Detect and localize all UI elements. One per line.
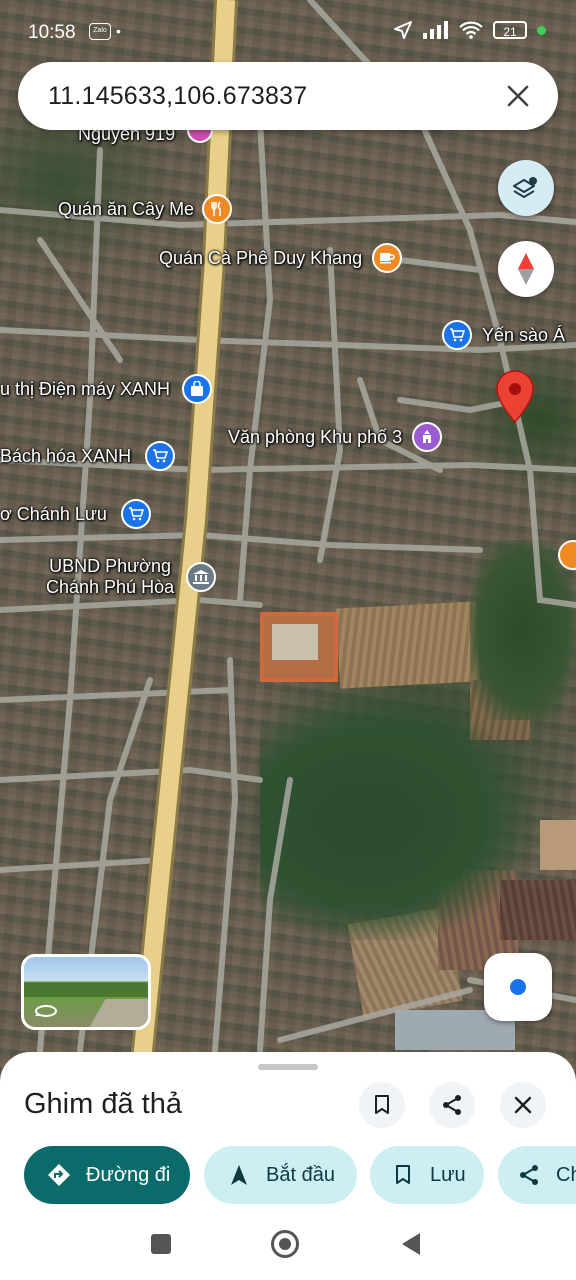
place-title: Ghim đã thả	[24, 1088, 182, 1120]
close-sheet-button[interactable]	[500, 1082, 546, 1128]
status-time: 10:58	[28, 22, 76, 43]
my-location-button[interactable]	[484, 953, 552, 1021]
back-button[interactable]	[400, 1232, 422, 1261]
back-triangle-icon	[402, 1233, 420, 1255]
poi-label: u thị Điện máy XANH	[0, 378, 171, 399]
notification-dot: •	[116, 23, 121, 39]
poi-quan-an-cay-me[interactable]: Quán ăn Cây Me	[58, 194, 233, 224]
poi-label: Yến sào Á	[482, 324, 566, 345]
dropped-pin-icon[interactable]	[496, 370, 534, 429]
poi-bach-hoa-xanh[interactable]: Bách hóa XANH	[0, 441, 176, 471]
street-view-icon	[34, 1003, 60, 1021]
street-view-thumbnail[interactable]	[21, 954, 151, 1030]
directions-label: Đường đi	[86, 1163, 171, 1186]
layers-button[interactable]	[498, 160, 554, 216]
close-icon	[507, 85, 529, 107]
compass-icon	[518, 253, 534, 285]
civic-building-icon	[186, 562, 217, 592]
poi-quan-ca-phe-duy-khang[interactable]: Quán Cà Phê Duy Khang	[159, 243, 403, 273]
home-button[interactable]	[271, 1230, 299, 1258]
navigation-arrow-icon	[226, 1162, 252, 1188]
status-bar: 10:58 Zalo • 21	[0, 0, 576, 62]
poi-van-phong-khu-pho-3[interactable]: Văn phòng Khu phố 3	[228, 422, 443, 452]
close-icon	[514, 1096, 532, 1114]
government-icon	[412, 422, 443, 452]
poi-yen-sao[interactable]: Yến sào Á	[442, 320, 565, 350]
share-label: Ch	[556, 1163, 576, 1186]
shopping-cart-icon	[145, 441, 176, 471]
satellite-map[interactable]: Nguyễn 919 Quán ăn Cây Me Quán Cà Phê Du…	[0, 0, 576, 1080]
poi-label: Quán Cà Phê Duy Khang	[159, 247, 363, 268]
home-dot	[279, 1238, 291, 1250]
signal-icon	[423, 21, 448, 39]
poi-label: Văn phòng Khu phố 3	[228, 426, 403, 447]
save-button[interactable]: Lưu	[370, 1146, 484, 1204]
poi-label-line2: Chánh Phú Hòa	[46, 577, 175, 597]
system-navigation-bar	[0, 1212, 576, 1280]
start-button[interactable]: Bắt đầu	[204, 1146, 357, 1204]
location-arrow-icon	[394, 21, 412, 39]
cafe-icon	[372, 243, 403, 273]
poi-label: Bách hóa XANH	[0, 445, 132, 466]
clear-search-button[interactable]	[494, 72, 542, 120]
start-label: Bắt đầu	[266, 1163, 335, 1186]
my-location-icon	[510, 979, 526, 995]
recents-button[interactable]	[151, 1234, 171, 1254]
poi-dien-may-xanh[interactable]: u thị Điện máy XANH	[0, 374, 213, 404]
directions-icon	[46, 1162, 72, 1188]
compass-button[interactable]	[498, 241, 554, 297]
shopping-cart-icon	[442, 320, 472, 350]
share-icon-button[interactable]	[429, 1082, 475, 1128]
zalo-notification-icon: Zalo	[89, 23, 111, 40]
shopping-bag-icon	[182, 374, 213, 404]
bookmark-icon	[375, 1095, 389, 1114]
poi-label: ơ Chánh Lưu	[0, 503, 107, 524]
share-button[interactable]: Ch	[498, 1146, 576, 1204]
drag-handle[interactable]	[258, 1064, 318, 1070]
poi-label: Quán ăn Cây Me	[58, 198, 195, 219]
restaurant-icon	[202, 194, 233, 224]
privacy-indicator	[537, 25, 546, 35]
search-query[interactable]: 11.145633,106.673837	[48, 82, 494, 111]
wifi-icon	[459, 21, 483, 39]
road-network	[0, 0, 576, 1080]
action-chips: Đường đi Bắt đầu Lưu Ch	[24, 1146, 576, 1206]
poi-ubnd-phuong[interactable]: UBND Phường Chánh Phú Hòa	[46, 556, 217, 598]
bookmark-icon	[390, 1162, 416, 1188]
save-label: Lưu	[430, 1163, 466, 1186]
search-bar[interactable]: 11.145633,106.673837	[18, 62, 558, 130]
share-icon	[516, 1162, 542, 1188]
save-icon-button[interactable]	[359, 1082, 405, 1128]
shopping-cart-icon	[120, 499, 151, 529]
share-icon	[443, 1095, 461, 1115]
poi-cho-chanh-luu[interactable]: ơ Chánh Lưu	[0, 499, 151, 529]
layers-icon	[513, 177, 537, 198]
directions-button[interactable]: Đường đi	[24, 1146, 190, 1204]
battery-icon: 21	[493, 21, 527, 39]
poi-label: UBND Phường	[49, 556, 171, 576]
